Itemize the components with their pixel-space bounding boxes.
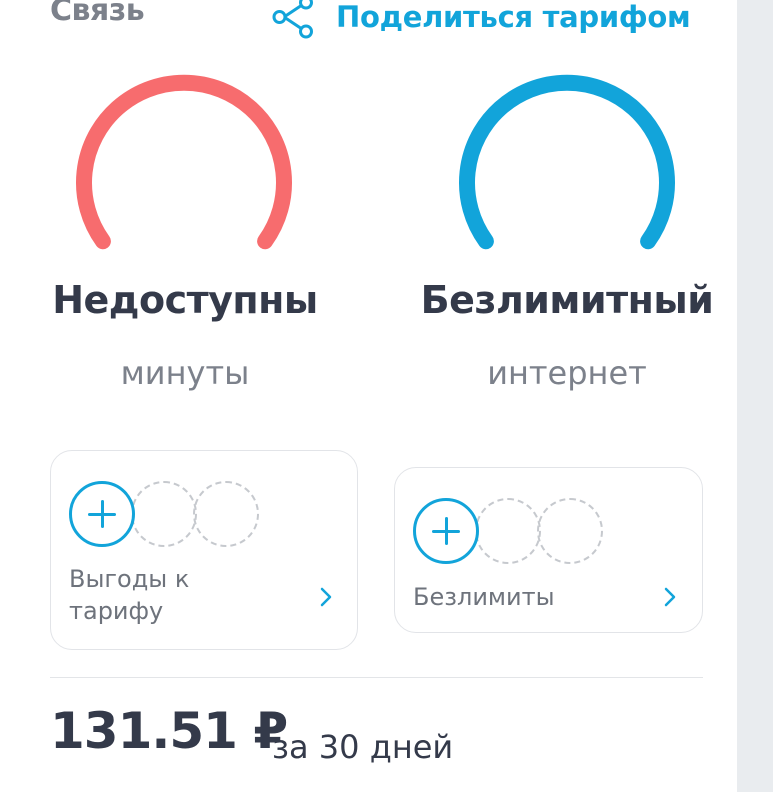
chevron-right-icon [317,586,335,608]
price-period: за 30 дней [272,728,454,766]
divider [50,677,703,678]
internet-gauge [447,64,687,264]
plus-circle-icon[interactable] [69,481,135,547]
empty-slot [193,481,259,547]
share-tariff-link[interactable]: Поделиться тарифом [270,0,691,42]
share-tariff-label: Поделиться тарифом [336,0,691,34]
tariff-benefits-label: Выгоды к тарифу [69,565,190,625]
internet-label: интернет [487,354,647,392]
tariff-price: 131.51 ₽ [50,702,288,760]
tariff-benefits-card[interactable]: Выгоды к тарифу [50,450,358,650]
internet-gauge-arc [459,74,675,250]
empty-slot [475,498,541,564]
minutes-label: минуты [120,354,250,392]
minutes-gauge-arc [76,74,292,250]
section-title: Связь [50,0,145,28]
tariff-card: Связь Поделиться тарифом Недоступны мину… [0,0,737,792]
minutes-status: Недоступны [52,278,318,322]
chevron-right-icon [661,586,679,608]
share-icon [270,0,316,40]
empty-slot [131,481,197,547]
internet-status: Безлимитный [420,278,714,322]
empty-slot [537,498,603,564]
plus-circle-icon[interactable] [413,498,479,564]
unlimited-options-card[interactable]: Безлимиты [394,467,703,633]
minutes-gauge [64,64,304,264]
unlimited-options-label: Безлимиты [413,583,555,611]
